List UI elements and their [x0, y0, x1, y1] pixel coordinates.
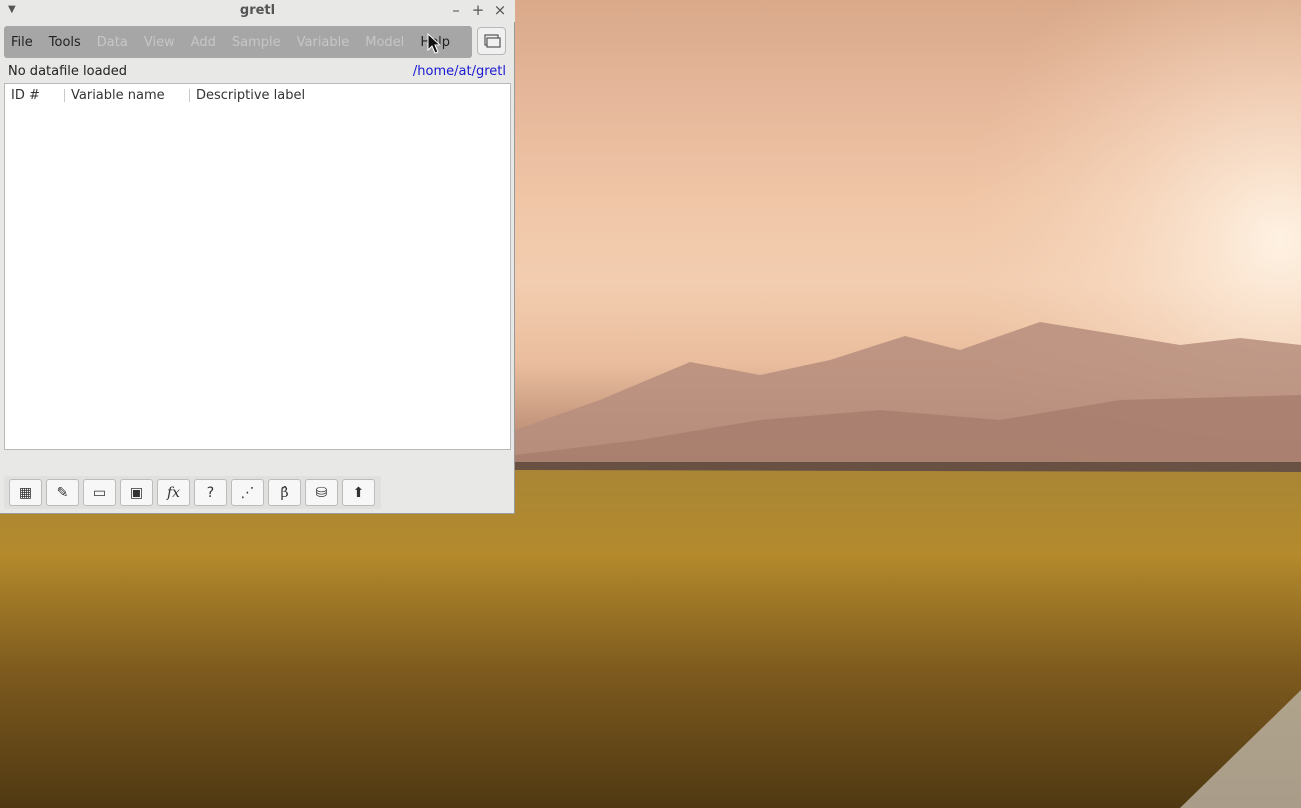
function-icon: fx	[166, 484, 181, 501]
menu-sample[interactable]: Sample	[232, 35, 281, 50]
upload-icon: ⬆	[352, 484, 365, 501]
edit-button[interactable]: ✎	[46, 479, 79, 506]
menu-model[interactable]: Model	[365, 35, 404, 50]
bottom-toolbar: ▦ ✎ ▭ ▣ fx ? ⋰ β̂ ⛁ ⬆	[4, 476, 381, 509]
model-button[interactable]: β̂	[268, 479, 301, 506]
database-icon: ⛁	[315, 484, 328, 501]
working-dir-link[interactable]: /home/at/gretl	[413, 64, 506, 79]
model-icon: β̂	[280, 484, 289, 501]
menu-view[interactable]: View	[144, 35, 175, 50]
column-separator	[189, 89, 190, 102]
menu-data[interactable]: Data	[97, 35, 128, 50]
help-button[interactable]: ?	[194, 479, 227, 506]
windows-icon	[484, 34, 501, 48]
datafile-status: No datafile loaded	[8, 64, 128, 79]
console-button[interactable]: ▭	[83, 479, 116, 506]
menu-tools[interactable]: Tools	[49, 35, 81, 50]
menu-variable[interactable]: Variable	[297, 35, 350, 50]
edit-icon: ✎	[56, 484, 69, 501]
calculator-button[interactable]: ▦	[9, 479, 42, 506]
help-icon: ?	[206, 484, 215, 501]
column-header-descriptive-label[interactable]: Descriptive label	[196, 88, 305, 103]
menu-add[interactable]: Add	[191, 35, 216, 50]
window-title: gretl	[239, 3, 276, 18]
column-header-variable-name[interactable]: Variable name	[71, 88, 165, 103]
function-button[interactable]: fx	[157, 479, 190, 506]
session-button[interactable]: ▣	[120, 479, 153, 506]
mouse-cursor-icon	[427, 33, 442, 54]
database-button[interactable]: ⛁	[305, 479, 338, 506]
close-icon[interactable]: ×	[490, 1, 510, 19]
minimize-icon[interactable]: –	[446, 1, 466, 19]
title-bar: ▼ gretl – + ×	[0, 0, 515, 22]
menu-file[interactable]: File	[11, 35, 33, 50]
status-row: No datafile loaded /home/at/gretl	[8, 64, 506, 82]
windows-list-button[interactable]	[477, 27, 506, 55]
menu-bar: File Tools Data View Add Sample Variable…	[4, 26, 472, 58]
gretl-main-window: ▼ gretl – + × File Tools Data View Add S…	[0, 0, 515, 514]
session-icon: ▣	[129, 484, 144, 501]
graph-button[interactable]: ⋰	[231, 479, 264, 506]
calculator-icon: ▦	[18, 484, 33, 501]
graph-icon: ⋰	[240, 484, 255, 501]
console-icon: ▭	[92, 484, 107, 501]
upload-button[interactable]: ⬆	[342, 479, 375, 506]
column-separator	[64, 89, 65, 102]
variable-list[interactable]: ID # Variable name Descriptive label	[4, 83, 511, 450]
maximize-icon[interactable]: +	[468, 1, 488, 19]
column-header-id[interactable]: ID #	[11, 88, 40, 103]
